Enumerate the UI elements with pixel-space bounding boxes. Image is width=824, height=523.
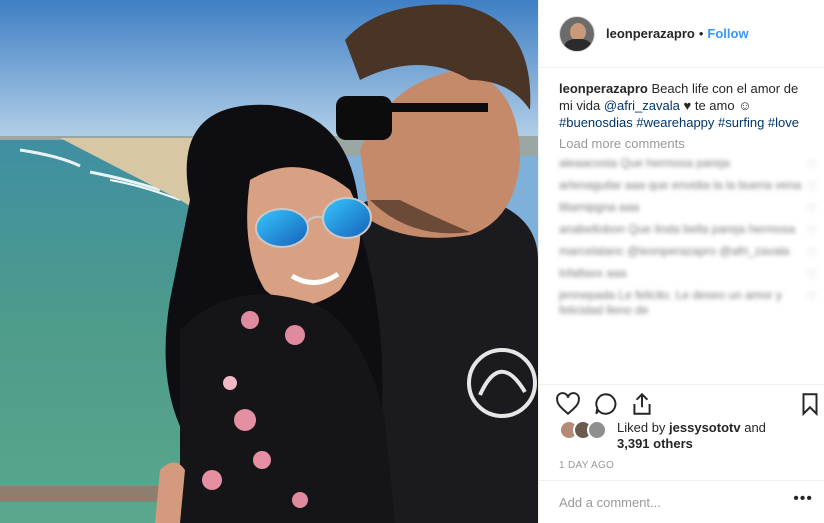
follow-button[interactable]: Follow	[707, 26, 748, 41]
comment-item: aleaacosta Que hermosa pareja ♡	[559, 156, 817, 172]
post-side-panel: leonperazapro • Follow leonperazapro Bea…	[538, 0, 824, 523]
more-options-icon[interactable]: •••	[793, 490, 813, 508]
author-avatar[interactable]	[559, 15, 595, 52]
post-timestamp[interactable]: 1 DAY AGO	[559, 460, 614, 471]
comment-item: marcelalanc @leonperazapro @afri_zavala ♡	[559, 244, 817, 260]
heart-outline-icon[interactable]	[555, 391, 581, 417]
comment-item: liliamipgna aaa ♡	[559, 200, 817, 216]
likes-summary: Liked by jessysototv and 3,391 others	[559, 420, 766, 452]
caption-text-2: ♥ te amo ☺	[683, 98, 752, 113]
comment-item: lofaltaxx aaa ♡	[559, 266, 817, 282]
share-upload-icon[interactable]	[629, 391, 655, 417]
hashtag-link[interactable]: #love	[768, 115, 799, 130]
beach-couple-photo	[0, 0, 538, 523]
comment-like-icon[interactable]: ♡	[806, 158, 817, 173]
post-photo[interactable]	[0, 0, 538, 523]
liker-username[interactable]: jessysototv	[669, 420, 741, 435]
post-caption: leonperazapro Beach life con el amor de …	[559, 80, 809, 131]
post-header: leonperazapro • Follow	[539, 0, 824, 68]
load-more-comments-button[interactable]: Load more comments	[559, 136, 685, 151]
comment-item: arlenaguilar aaa que envidia la la buena…	[559, 178, 817, 194]
post-actions-bar	[539, 384, 824, 424]
hashtag-link[interactable]: #surfing	[718, 115, 764, 130]
caption-username[interactable]: leonperazapro	[559, 81, 648, 96]
comment-like-icon[interactable]: ♡	[806, 202, 817, 217]
header-separator: •	[698, 26, 704, 41]
comment-like-icon[interactable]: ♡	[806, 290, 817, 305]
comment-like-icon[interactable]: ♡	[806, 246, 817, 261]
instagram-post: leonperazapro • Follow leonperazapro Bea…	[0, 0, 824, 523]
add-comment-bar: Add a comment... •••	[539, 480, 824, 523]
comment-like-icon[interactable]: ♡	[806, 180, 817, 195]
likes-text: Liked by jessysototv and 3,391 others	[617, 420, 766, 451]
likes-count-link[interactable]: 3,391 others	[617, 436, 693, 451]
comment-bubble-icon[interactable]	[593, 391, 619, 417]
comment-item: jennepada Le felicito. Le deseo un amor …	[559, 288, 817, 317]
author-username[interactable]: leonperazapro	[606, 26, 695, 41]
hashtag-link[interactable]: #buenosdias	[559, 115, 633, 130]
caption-mention-link[interactable]: @afri_zavala	[604, 98, 680, 113]
comment-like-icon[interactable]: ♡	[806, 268, 817, 283]
add-comment-input[interactable]: Add a comment...	[559, 495, 661, 510]
comment-item: anabeltobon Que linda bella pareja hermo…	[559, 222, 817, 238]
liker-avatars[interactable]	[559, 420, 611, 442]
comments-list: aleaacosta Que hermosa pareja ♡ arlenagui…	[559, 156, 817, 325]
bookmark-icon[interactable]	[797, 391, 823, 417]
hashtag-link[interactable]: #wearehappy	[636, 115, 714, 130]
comment-like-icon[interactable]: ♡	[806, 224, 817, 239]
